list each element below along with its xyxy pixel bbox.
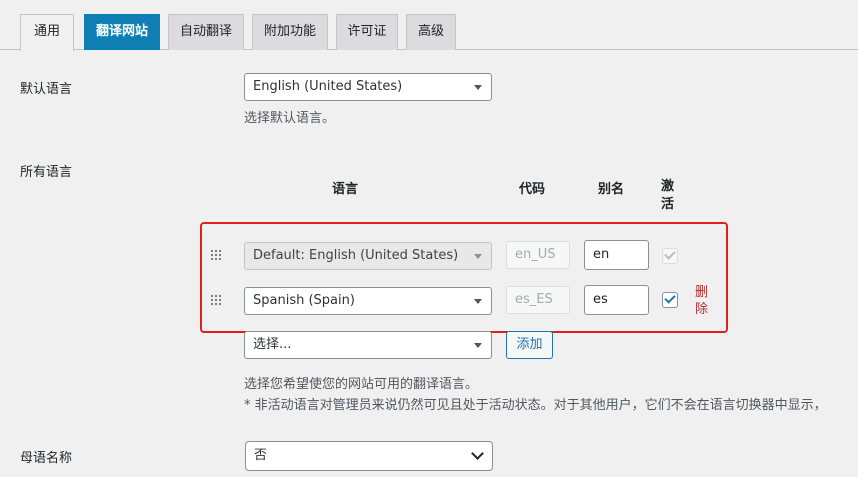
tab-addons[interactable]: 附加功能 (252, 14, 328, 50)
chevron-down-icon (474, 85, 482, 90)
tab-automatic-translation[interactable]: 自动翻译 (168, 14, 244, 50)
inactive-languages-note: * 非活动语言对管理员来说仍然可见且处于活动状态。对于其他用户，它们不会在语言切… (244, 398, 827, 413)
chevron-down-icon (474, 299, 482, 304)
tab-translate-site[interactable]: 翻译网站 (84, 14, 160, 50)
native-names-select[interactable]: 否 (245, 441, 493, 471)
all-languages-label: 所有语言 (20, 165, 73, 180)
language-code-field: es_ES (506, 286, 570, 314)
language-row-select[interactable]: Default: English (United States) (244, 242, 492, 270)
chevron-down-icon (474, 343, 482, 348)
column-language: 语言 (332, 182, 359, 197)
remove-language-link[interactable]: 删除 (695, 284, 709, 318)
checkmark-icon (664, 292, 676, 304)
tab-advanced[interactable]: 高级 (406, 14, 456, 50)
column-slug: 别名 (598, 182, 625, 197)
chevron-down-icon (471, 447, 484, 460)
language-row-value: Spanish (Spain) (253, 293, 355, 308)
languages-highlight-box (200, 222, 728, 333)
native-names-value: 否 (254, 448, 268, 463)
settings-tabs: 通用 翻译网站 自动翻译 附加功能 许可证 高级 (20, 14, 858, 51)
default-language-select[interactable]: English (United States) (244, 73, 492, 101)
language-code-field: en_US (506, 241, 570, 269)
language-row-value: Default: English (United States) (253, 248, 459, 263)
column-code: 代码 (519, 182, 546, 197)
languages-description: 选择您希望使您的网站可用的翻译语言。 (244, 377, 479, 392)
default-language-value: English (United States) (253, 79, 403, 94)
tab-license[interactable]: 许可证 (336, 14, 398, 50)
language-slug-field[interactable]: en (584, 240, 649, 270)
add-language-select[interactable]: 选择... (244, 331, 492, 359)
default-language-label: 默认语言 (20, 82, 73, 97)
language-row-select[interactable]: Spanish (Spain) (244, 287, 492, 315)
default-language-description: 选择默认语言。 (244, 111, 336, 126)
add-language-placeholder: 选择... (253, 337, 292, 352)
language-active-checkbox[interactable] (662, 292, 678, 308)
tab-general[interactable]: 通用 (20, 14, 74, 51)
language-active-checkbox (662, 248, 678, 264)
column-active: 激活 (661, 179, 675, 212)
drag-handle-icon[interactable] (211, 250, 223, 262)
language-slug-field[interactable]: es (584, 285, 649, 315)
native-names-label: 母语名称 (20, 451, 73, 466)
chevron-down-icon (474, 254, 482, 259)
checkmark-icon (664, 248, 676, 260)
add-language-button[interactable]: 添加 (506, 331, 553, 359)
drag-handle-icon[interactable] (211, 295, 223, 307)
